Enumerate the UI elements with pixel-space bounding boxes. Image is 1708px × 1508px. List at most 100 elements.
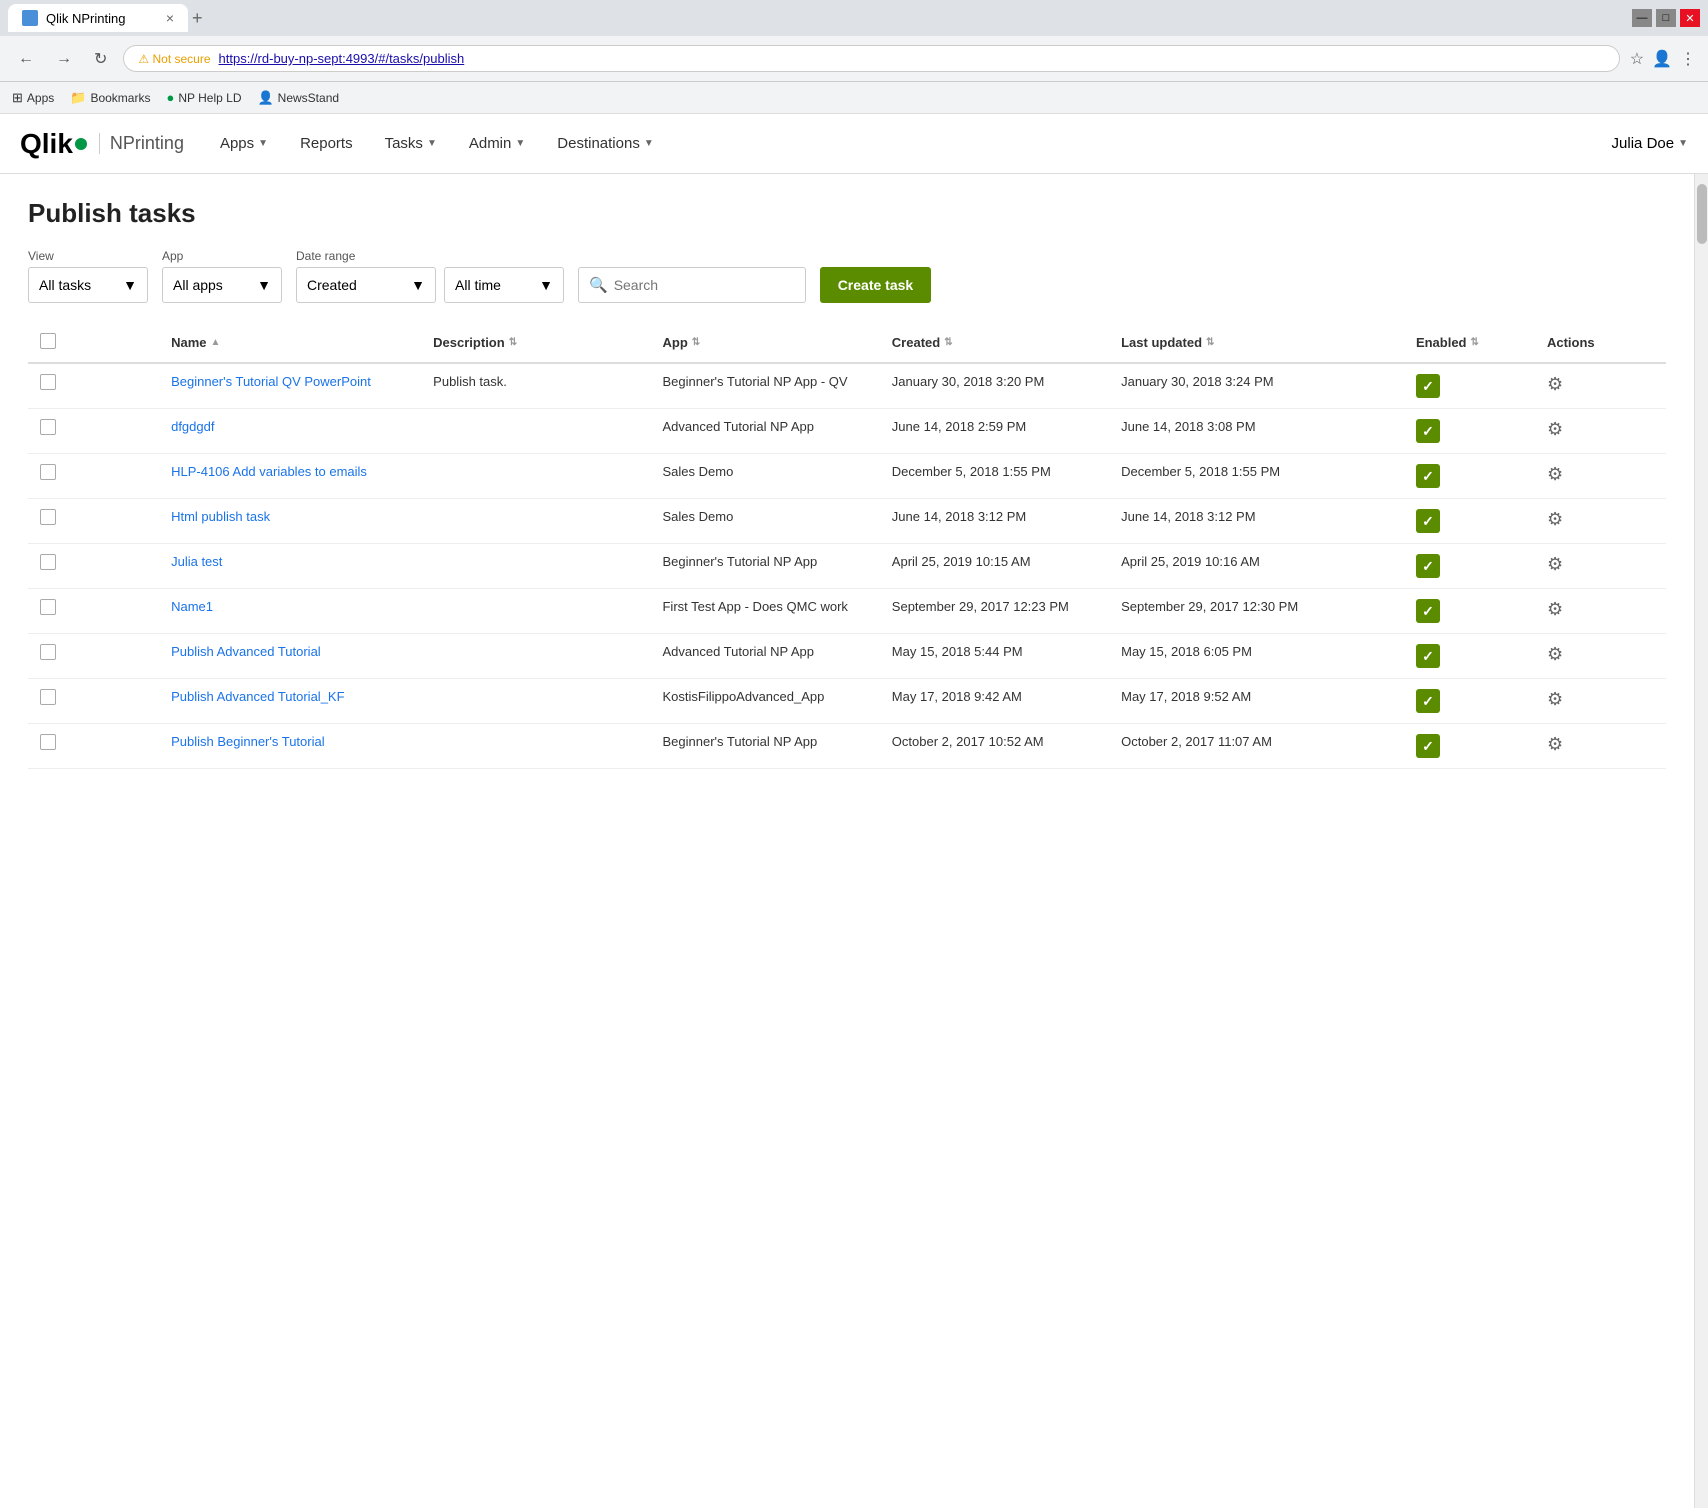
view-filter-select[interactable]: All tasks ▼ — [28, 267, 148, 303]
row-checkbox-0[interactable] — [40, 374, 56, 390]
gear-icon-6[interactable]: ⚙ — [1547, 644, 1563, 664]
menu-icon[interactable]: ⋮ — [1680, 49, 1696, 69]
gear-icon-3[interactable]: ⚙ — [1547, 509, 1563, 529]
row-checkbox-cell-2[interactable] — [28, 454, 159, 499]
tab-close-button[interactable]: × — [166, 10, 174, 26]
gear-icon-8[interactable]: ⚙ — [1547, 734, 1563, 754]
row-checkbox-3[interactable] — [40, 509, 56, 525]
app-column-header[interactable]: App ⇅ — [650, 323, 879, 363]
enabled-column-header[interactable]: Enabled ⇅ — [1404, 323, 1535, 363]
close-button[interactable]: ✕ — [1680, 9, 1700, 27]
bookmark-np-help[interactable]: ● NP Help LD — [166, 90, 241, 105]
task-name-cell-5: Name1 — [159, 589, 421, 634]
enabled-checkbox-5[interactable]: ✓ — [1416, 599, 1440, 623]
task-enabled-cell-5[interactable]: ✓ — [1404, 589, 1535, 634]
refresh-button[interactable]: ↻ — [88, 47, 113, 71]
back-button[interactable]: ← — [12, 48, 40, 70]
task-name-link-4[interactable]: Julia test — [171, 554, 222, 569]
task-name-link-3[interactable]: Html publish task — [171, 509, 270, 524]
task-created-cell-6: May 15, 2018 5:44 PM — [880, 634, 1109, 679]
browser-tab[interactable]: Qlik NPrinting × — [8, 4, 188, 32]
address-bar[interactable]: ⚠ Not secure https://rd-buy-np-sept:4993… — [123, 45, 1619, 72]
task-name-link-2[interactable]: HLP-4106 Add variables to emails — [171, 464, 367, 479]
nav-item-reports[interactable]: Reports — [284, 114, 369, 174]
minimize-button[interactable]: — — [1632, 9, 1652, 27]
forward-button[interactable]: → — [50, 48, 78, 70]
row-checkbox-8[interactable] — [40, 734, 56, 750]
task-name-cell-6: Publish Advanced Tutorial — [159, 634, 421, 679]
profile-icon[interactable]: 👤 — [1652, 49, 1672, 69]
daterange-type-select[interactable]: Created ▼ — [296, 267, 436, 303]
nav-item-tasks[interactable]: Tasks ▼ — [369, 114, 453, 174]
row-checkbox-cell-4[interactable] — [28, 544, 159, 589]
maximize-button[interactable]: □ — [1656, 9, 1676, 27]
gear-icon-4[interactable]: ⚙ — [1547, 554, 1563, 574]
task-created-cell-7: May 17, 2018 9:42 AM — [880, 679, 1109, 724]
enabled-checkbox-3[interactable]: ✓ — [1416, 509, 1440, 533]
search-box[interactable]: 🔍 — [578, 267, 806, 303]
row-checkbox-cell-0[interactable] — [28, 363, 159, 409]
enabled-checkbox-8[interactable]: ✓ — [1416, 734, 1440, 758]
task-name-link-5[interactable]: Name1 — [171, 599, 213, 614]
task-name-link-6[interactable]: Publish Advanced Tutorial — [171, 644, 321, 659]
gear-icon-5[interactable]: ⚙ — [1547, 599, 1563, 619]
bookmark-newsstand[interactable]: 👤 NewsStand — [257, 90, 339, 106]
task-app-cell-1: Advanced Tutorial NP App — [650, 409, 879, 454]
task-enabled-cell-2[interactable]: ✓ — [1404, 454, 1535, 499]
task-name-link-0[interactable]: Beginner's Tutorial QV PowerPoint — [171, 374, 371, 389]
app-filter-select[interactable]: All apps ▼ — [162, 267, 282, 303]
row-checkbox-5[interactable] — [40, 599, 56, 615]
scrollbar-thumb[interactable] — [1697, 184, 1707, 244]
task-enabled-cell-0[interactable]: ✓ — [1404, 363, 1535, 409]
bookmark-bookmarks[interactable]: 📁 Bookmarks — [70, 90, 150, 106]
nav-item-destinations[interactable]: Destinations ▼ — [541, 114, 669, 174]
bookmark-star-icon[interactable]: ☆ — [1630, 49, 1644, 69]
row-checkbox-6[interactable] — [40, 644, 56, 660]
task-enabled-cell-4[interactable]: ✓ — [1404, 544, 1535, 589]
select-all-header[interactable] — [28, 323, 159, 363]
row-checkbox-1[interactable] — [40, 419, 56, 435]
task-name-link-1[interactable]: dfgdgdf — [171, 419, 214, 434]
task-name-link-7[interactable]: Publish Advanced Tutorial_KF — [171, 689, 344, 704]
user-menu[interactable]: Julia Doe ▼ — [1612, 135, 1688, 152]
daterange-time-select[interactable]: All time ▼ — [444, 267, 564, 303]
nav-item-admin[interactable]: Admin ▼ — [453, 114, 541, 174]
enabled-checkbox-2[interactable]: ✓ — [1416, 464, 1440, 488]
row-checkbox-4[interactable] — [40, 554, 56, 570]
description-column-header[interactable]: Description ⇅ — [421, 323, 650, 363]
gear-icon-7[interactable]: ⚙ — [1547, 689, 1563, 709]
search-input[interactable] — [614, 277, 795, 293]
row-checkbox-cell-3[interactable] — [28, 499, 159, 544]
create-task-button[interactable]: Create task — [820, 267, 932, 303]
task-enabled-cell-3[interactable]: ✓ — [1404, 499, 1535, 544]
enabled-checkbox-4[interactable]: ✓ — [1416, 554, 1440, 578]
row-checkbox-7[interactable] — [40, 689, 56, 705]
task-enabled-cell-1[interactable]: ✓ — [1404, 409, 1535, 454]
gear-icon-2[interactable]: ⚙ — [1547, 464, 1563, 484]
task-enabled-cell-7[interactable]: ✓ — [1404, 679, 1535, 724]
row-checkbox-cell-8[interactable] — [28, 724, 159, 769]
nav-item-apps[interactable]: Apps ▼ — [204, 114, 284, 174]
admin-chevron-icon: ▼ — [515, 138, 525, 149]
last-updated-column-header[interactable]: Last updated ⇅ — [1109, 323, 1404, 363]
select-all-checkbox[interactable] — [40, 333, 56, 349]
gear-icon-1[interactable]: ⚙ — [1547, 419, 1563, 439]
row-checkbox-cell-6[interactable] — [28, 634, 159, 679]
task-enabled-cell-6[interactable]: ✓ — [1404, 634, 1535, 679]
enabled-checkbox-7[interactable]: ✓ — [1416, 689, 1440, 713]
new-tab-button[interactable]: + — [192, 8, 203, 29]
enabled-checkbox-1[interactable]: ✓ — [1416, 419, 1440, 443]
task-name-link-8[interactable]: Publish Beginner's Tutorial — [171, 734, 325, 749]
enabled-checkbox-6[interactable]: ✓ — [1416, 644, 1440, 668]
created-column-header[interactable]: Created ⇅ — [880, 323, 1109, 363]
row-checkbox-cell-5[interactable] — [28, 589, 159, 634]
row-checkbox-cell-1[interactable] — [28, 409, 159, 454]
gear-icon-0[interactable]: ⚙ — [1547, 374, 1563, 394]
row-checkbox-cell-7[interactable] — [28, 679, 159, 724]
row-checkbox-2[interactable] — [40, 464, 56, 480]
scrollbar[interactable] — [1694, 174, 1708, 1508]
name-column-header[interactable]: Name ▲ — [159, 323, 421, 363]
enabled-checkbox-0[interactable]: ✓ — [1416, 374, 1440, 398]
bookmark-apps[interactable]: ⊞ Apps — [12, 90, 54, 106]
task-enabled-cell-8[interactable]: ✓ — [1404, 724, 1535, 769]
